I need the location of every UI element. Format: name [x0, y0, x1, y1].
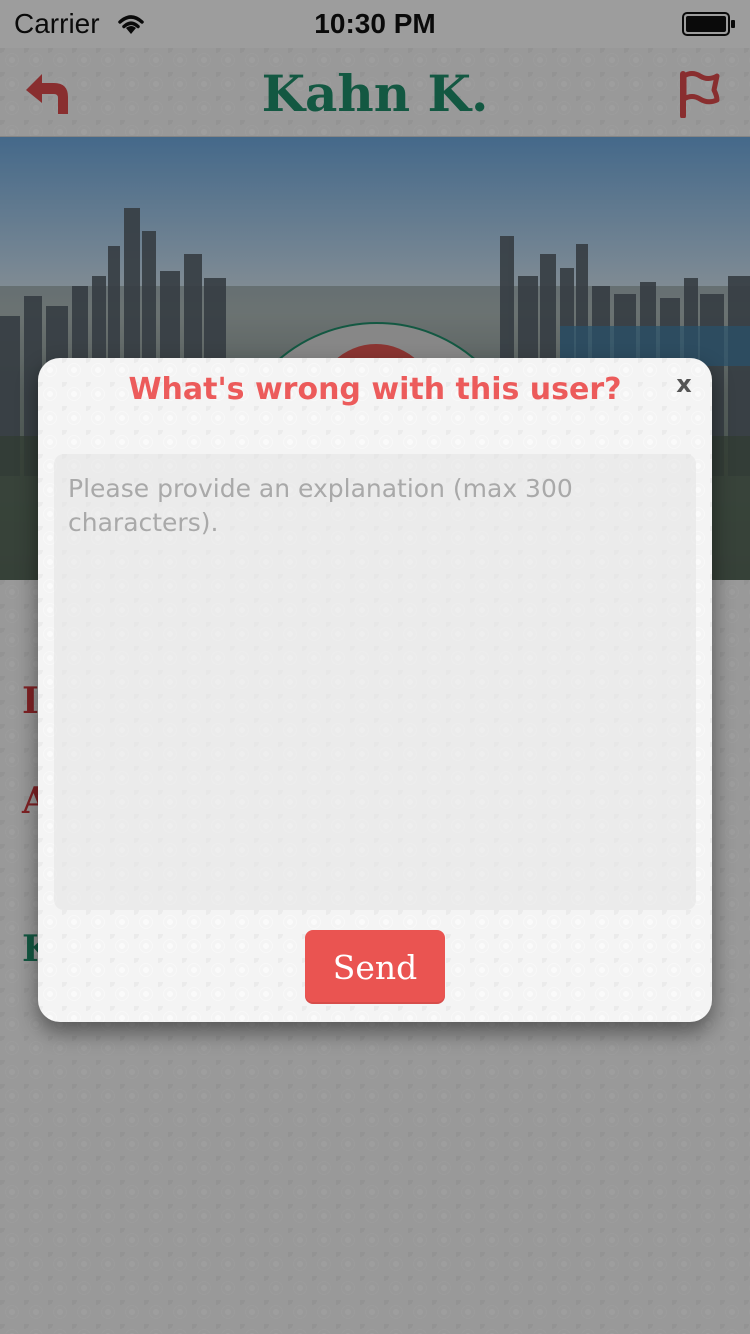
modal-title: What's wrong with this user? — [128, 372, 622, 407]
send-button[interactable]: Send — [305, 930, 445, 1004]
explanation-field[interactable] — [54, 454, 696, 910]
report-user-modal: What's wrong with this user? x Send — [38, 358, 712, 1022]
close-icon[interactable]: x — [672, 372, 696, 396]
